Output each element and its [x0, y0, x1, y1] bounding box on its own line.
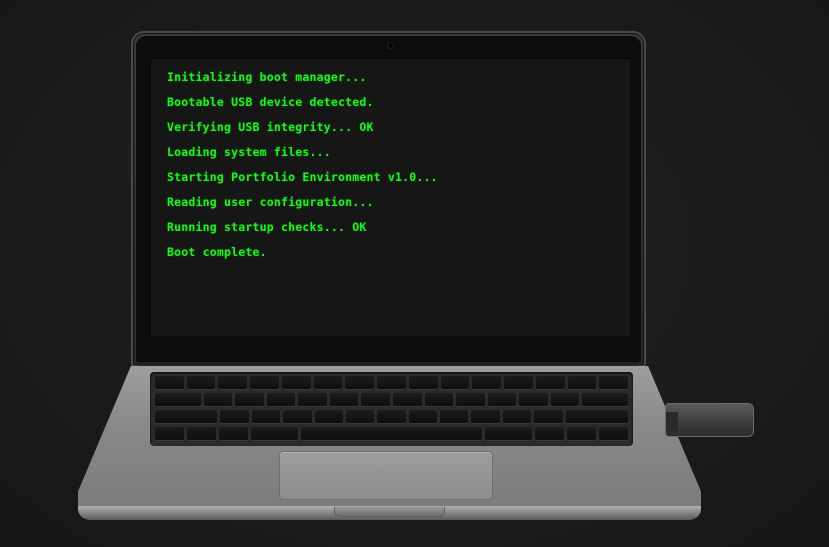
key[interactable] — [424, 393, 454, 406]
keyboard-row-2 — [155, 393, 628, 406]
key[interactable] — [251, 410, 281, 423]
key[interactable] — [471, 410, 500, 423]
key[interactable] — [504, 376, 533, 389]
key[interactable] — [281, 376, 311, 389]
laptop-scene: Initializing boot manager... Bootable US… — [0, 0, 829, 547]
boot-line-7: Running startup checks... OK — [167, 220, 367, 234]
key[interactable] — [598, 427, 629, 440]
key[interactable] — [345, 376, 375, 389]
key[interactable] — [186, 376, 216, 389]
screen-bezel: Initializing boot manager... Bootable US… — [136, 36, 641, 362]
key[interactable] — [377, 376, 406, 389]
key[interactable] — [440, 376, 470, 389]
key[interactable] — [345, 410, 375, 423]
key[interactable] — [565, 410, 628, 423]
key[interactable] — [534, 427, 564, 440]
key[interactable] — [155, 376, 184, 389]
boot-line-6: Reading user configuration... — [167, 195, 374, 209]
laptop-lid: Initializing boot manager... Bootable US… — [131, 31, 646, 367]
key[interactable] — [392, 393, 422, 406]
boot-line-2: Bootable USB device detected. — [167, 95, 374, 109]
key[interactable] — [155, 410, 218, 423]
key[interactable] — [440, 410, 469, 423]
trackpad[interactable] — [279, 451, 493, 500]
key[interactable] — [487, 393, 517, 406]
key[interactable] — [408, 410, 438, 423]
keyboard-row-3 — [155, 410, 628, 423]
key[interactable] — [219, 427, 249, 440]
usb-plug — [666, 412, 678, 432]
key[interactable] — [187, 427, 217, 440]
usb-drive-icon — [665, 403, 754, 437]
key[interactable] — [484, 427, 532, 440]
key[interactable] — [218, 376, 248, 389]
key[interactable] — [472, 376, 502, 389]
boot-line-8: Boot complete. — [167, 245, 267, 259]
key[interactable] — [566, 427, 596, 440]
keyboard-row-4 — [155, 427, 629, 440]
key[interactable] — [377, 410, 406, 423]
key[interactable] — [155, 393, 201, 406]
key[interactable] — [599, 376, 629, 389]
boot-line-4: Loading system files... — [167, 145, 331, 159]
key[interactable] — [203, 393, 233, 406]
key[interactable] — [235, 393, 264, 406]
key[interactable] — [534, 410, 563, 423]
key[interactable] — [550, 393, 580, 406]
key[interactable] — [502, 410, 532, 423]
key[interactable] — [314, 410, 343, 423]
boot-line-1: Initializing boot manager... — [167, 70, 367, 84]
key[interactable] — [220, 410, 249, 423]
boot-terminal-screen[interactable]: Initializing boot manager... Bootable US… — [150, 58, 631, 337]
key[interactable] — [250, 376, 279, 389]
key[interactable] — [251, 427, 299, 440]
key[interactable] — [519, 393, 548, 406]
key[interactable] — [266, 393, 296, 406]
key[interactable] — [283, 410, 312, 423]
key[interactable] — [408, 376, 438, 389]
key[interactable] — [582, 393, 628, 406]
key[interactable] — [155, 427, 185, 440]
key[interactable] — [456, 393, 485, 406]
boot-line-3: Verifying USB integrity... OK — [167, 120, 374, 134]
key[interactable] — [535, 376, 565, 389]
key[interactable] — [361, 393, 390, 406]
boot-line-5: Starting Portfolio Environment v1.0... — [167, 170, 438, 184]
spacebar[interactable] — [301, 427, 482, 440]
key[interactable] — [567, 376, 597, 389]
webcam-icon — [388, 43, 393, 48]
key[interactable] — [298, 393, 327, 406]
keyboard[interactable] — [150, 372, 633, 446]
key[interactable] — [313, 376, 343, 389]
key[interactable] — [329, 393, 359, 406]
lid-open-notch — [334, 507, 445, 517]
keyboard-row-1 — [155, 376, 629, 389]
